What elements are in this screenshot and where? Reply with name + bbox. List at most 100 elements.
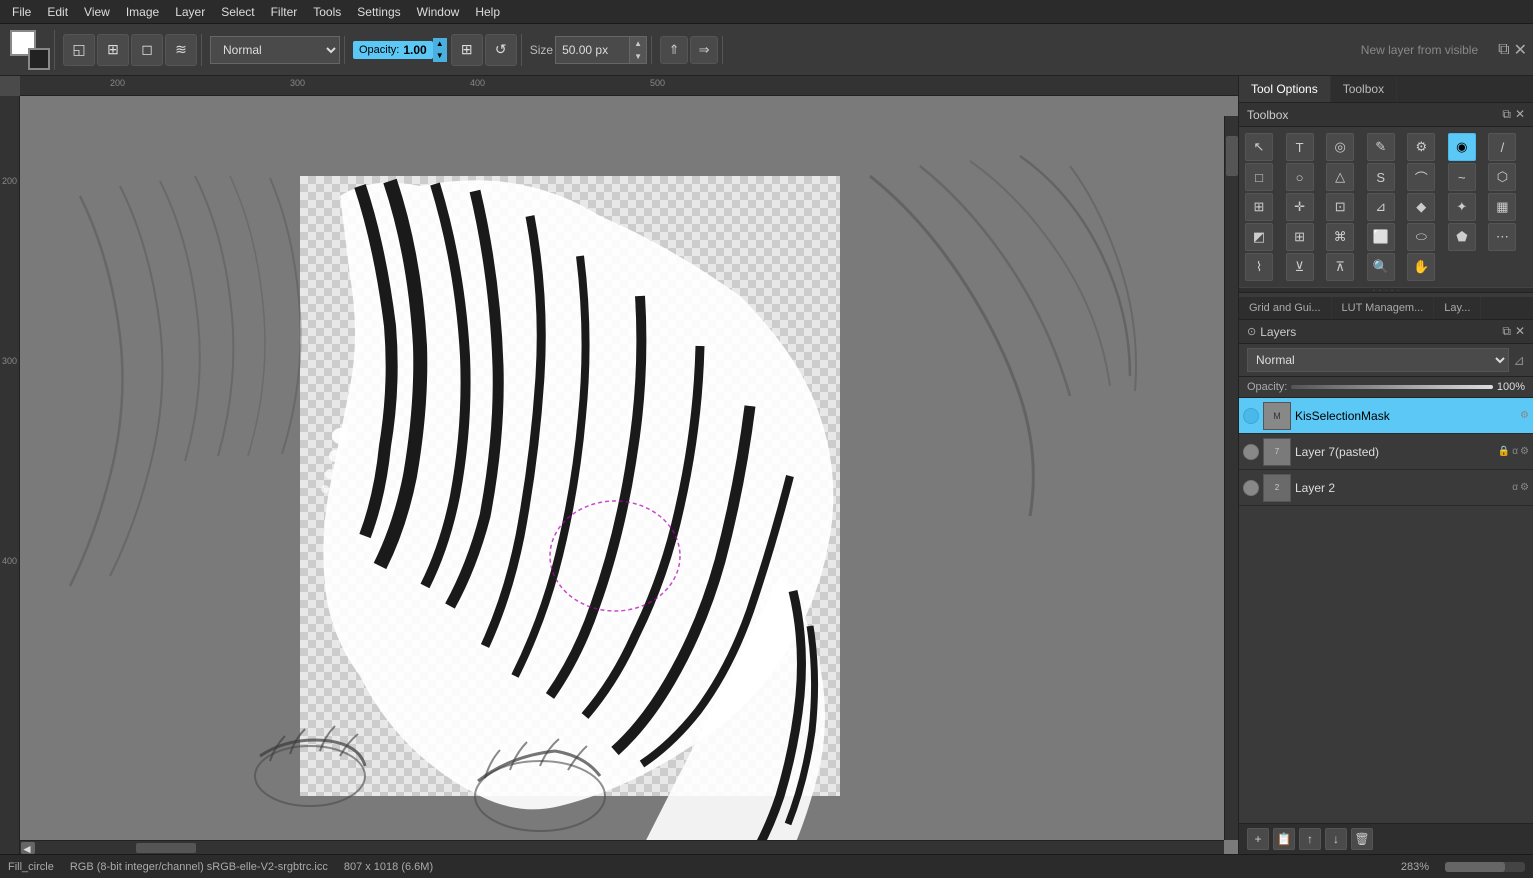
layer-lock-icon-1[interactable]: 🔒 [1498,446,1510,457]
menu-window[interactable]: Window [409,3,468,21]
move-tool-btn[interactable]: ✛ [1286,193,1314,221]
opacity-spinner[interactable]: ▲ ▼ [433,38,447,62]
line-tool-btn[interactable]: / [1488,133,1516,161]
bezier-select-btn[interactable]: ⌇ [1245,253,1273,281]
colorpick-tool-btn[interactable]: ✦ [1448,193,1476,221]
opacity-control[interactable]: Opacity: 1.00 [353,41,433,59]
menu-image[interactable]: Image [118,3,167,21]
gradient-fill-btn[interactable]: ▦ [1488,193,1516,221]
h-scroll-left-btn[interactable]: ◄ [21,842,35,854]
opacity-extra-btn[interactable]: ⊞ [451,34,483,66]
sub-tab-grid[interactable]: Grid and Gui... [1239,297,1332,319]
panel-resize-handle[interactable]: · · · · · [1239,287,1533,293]
toolbox-close-btn[interactable]: ✕ [1515,107,1525,122]
sub-tab-layers[interactable]: Lay... [1434,297,1481,319]
background-color[interactable] [28,48,50,70]
layers-float-btn[interactable]: ⧉ [1502,324,1511,339]
multibrush-tool-btn[interactable]: ◎ [1326,133,1354,161]
fill-tool-btn[interactable]: ⬡ [1488,163,1516,191]
similar-select-btn[interactable]: ⊼ [1326,253,1354,281]
flip-h-btn[interactable]: ⇑ [660,36,688,64]
eraser-btn[interactable]: ◻ [131,34,163,66]
contiguous-select-btn[interactable]: ⊻ [1286,253,1314,281]
tab-toolbox[interactable]: Toolbox [1331,76,1397,102]
layer-alpha-icon-1[interactable]: α [1512,446,1518,457]
v-scroll-thumb[interactable] [1226,136,1238,176]
transform-tool-btn[interactable]: ⊞ [1245,193,1273,221]
layer-settings-icon-1[interactable]: ⚙ [1520,446,1529,457]
layer-visibility-2[interactable] [1243,480,1259,496]
canvas-wrapper[interactable] [20,96,1238,854]
layer-settings-icon-2[interactable]: ⚙ [1520,482,1529,493]
menu-settings[interactable]: Settings [349,3,408,21]
free-select-btn[interactable]: ⋯ [1488,223,1516,251]
sub-tab-lut[interactable]: LUT Managem... [1332,297,1435,319]
layers-opacity-slider[interactable] [1291,385,1493,389]
tab-tool-options[interactable]: Tool Options [1239,76,1331,102]
pan-btn[interactable]: ✋ [1407,253,1435,281]
zoom-tool-btn[interactable]: ⊞ [1286,223,1314,251]
layer-item-1[interactable]: 7 Layer 7(pasted) 🔒 α ⚙ [1239,434,1533,470]
opacity-down-btn[interactable]: ▼ [433,50,447,62]
add-layer-btn[interactable]: + [1247,828,1269,850]
horizontal-scrollbar[interactable]: ◄ [20,840,1224,854]
freehand-tool-btn[interactable]: ✎ [1367,133,1395,161]
panel-close-btn[interactable]: ✕ [1514,40,1527,60]
text-tool-btn[interactable]: T [1286,133,1314,161]
path-tool-btn[interactable]: ⌒ [1407,163,1435,191]
size-up-btn[interactable]: ▲ [630,37,646,50]
brush-tool-btn[interactable]: ◉ [1448,133,1476,161]
smoothing-btn[interactable]: ≋ [165,34,197,66]
vertical-scrollbar[interactable] [1224,116,1238,840]
menu-file[interactable]: File [4,3,39,21]
move-layer-down-btn[interactable]: ↓ [1325,828,1347,850]
polygon-tool-btn[interactable]: △ [1326,163,1354,191]
flip-v-btn[interactable]: ⇒ [690,36,718,64]
move-layer-up-btn[interactable]: ↑ [1299,828,1321,850]
crop-tool-btn[interactable]: ⊡ [1326,193,1354,221]
panel-float-btn[interactable]: ⧉ [1498,41,1509,59]
layer-alpha-icon-2[interactable]: α [1512,482,1518,493]
layers-close-btn[interactable]: ✕ [1515,324,1525,339]
rect-tool-btn[interactable]: □ [1245,163,1273,191]
menu-edit[interactable]: Edit [39,3,76,21]
opacity-refresh-btn[interactable]: ↺ [485,34,517,66]
blend-mode-select[interactable]: Normal [210,36,340,64]
menu-select[interactable]: Select [213,3,262,21]
ellipse-tool-btn[interactable]: ○ [1286,163,1314,191]
size-input[interactable] [555,36,630,64]
layer-settings-icon-0[interactable]: ⚙ [1520,410,1529,421]
toolbox-float-btn[interactable]: ⧉ [1502,107,1511,122]
opacity-up-btn[interactable]: ▲ [433,38,447,50]
layer-item-0[interactable]: M KisSelectionMask ⚙ [1239,398,1533,434]
magnify-btn[interactable]: 🔍 [1367,253,1395,281]
dynamic-brush-btn[interactable]: ~ [1448,163,1476,191]
size-down-btn[interactable]: ▼ [630,50,646,63]
bezier-tool-btn[interactable]: S [1367,163,1395,191]
brush-presets-btn[interactable]: ⊞ [97,34,129,66]
duplicate-layer-btn[interactable]: 📋 [1273,828,1295,850]
calligraphy-tool-btn[interactable]: ⚙ [1407,133,1435,161]
gradient-select-btn[interactable]: ⊿ [1367,193,1395,221]
canvas-svg[interactable] [20,96,1238,854]
menu-help[interactable]: Help [467,3,508,21]
zoom-slider[interactable] [1445,862,1525,872]
menu-filter[interactable]: Filter [263,3,306,21]
smart-patch-btn[interactable]: ◩ [1245,223,1273,251]
poly-select-btn[interactable]: ⬟ [1448,223,1476,251]
menu-view[interactable]: View [76,3,118,21]
pen-tool-btn[interactable]: ◆ [1407,193,1435,221]
layer-item-2[interactable]: 2 Layer 2 α ⚙ [1239,470,1533,506]
delete-layer-btn[interactable]: 🗑 [1351,828,1373,850]
ellipse-select-btn[interactable]: ⬭ [1407,223,1435,251]
h-scroll-thumb[interactable] [136,843,196,853]
cursor-tool-btn[interactable]: ↖ [1245,133,1273,161]
layer-visibility-1[interactable] [1243,444,1259,460]
layer-visibility-0[interactable] [1243,408,1259,424]
reset-colors-btn[interactable]: ◱ [63,34,95,66]
menu-layer[interactable]: Layer [167,3,213,21]
layers-blend-select[interactable]: Normal [1247,348,1509,372]
tri-btn[interactable]: ⌘ [1326,223,1354,251]
rect-select-btn[interactable]: ⬜ [1367,223,1395,251]
menu-tools[interactable]: Tools [305,3,349,21]
